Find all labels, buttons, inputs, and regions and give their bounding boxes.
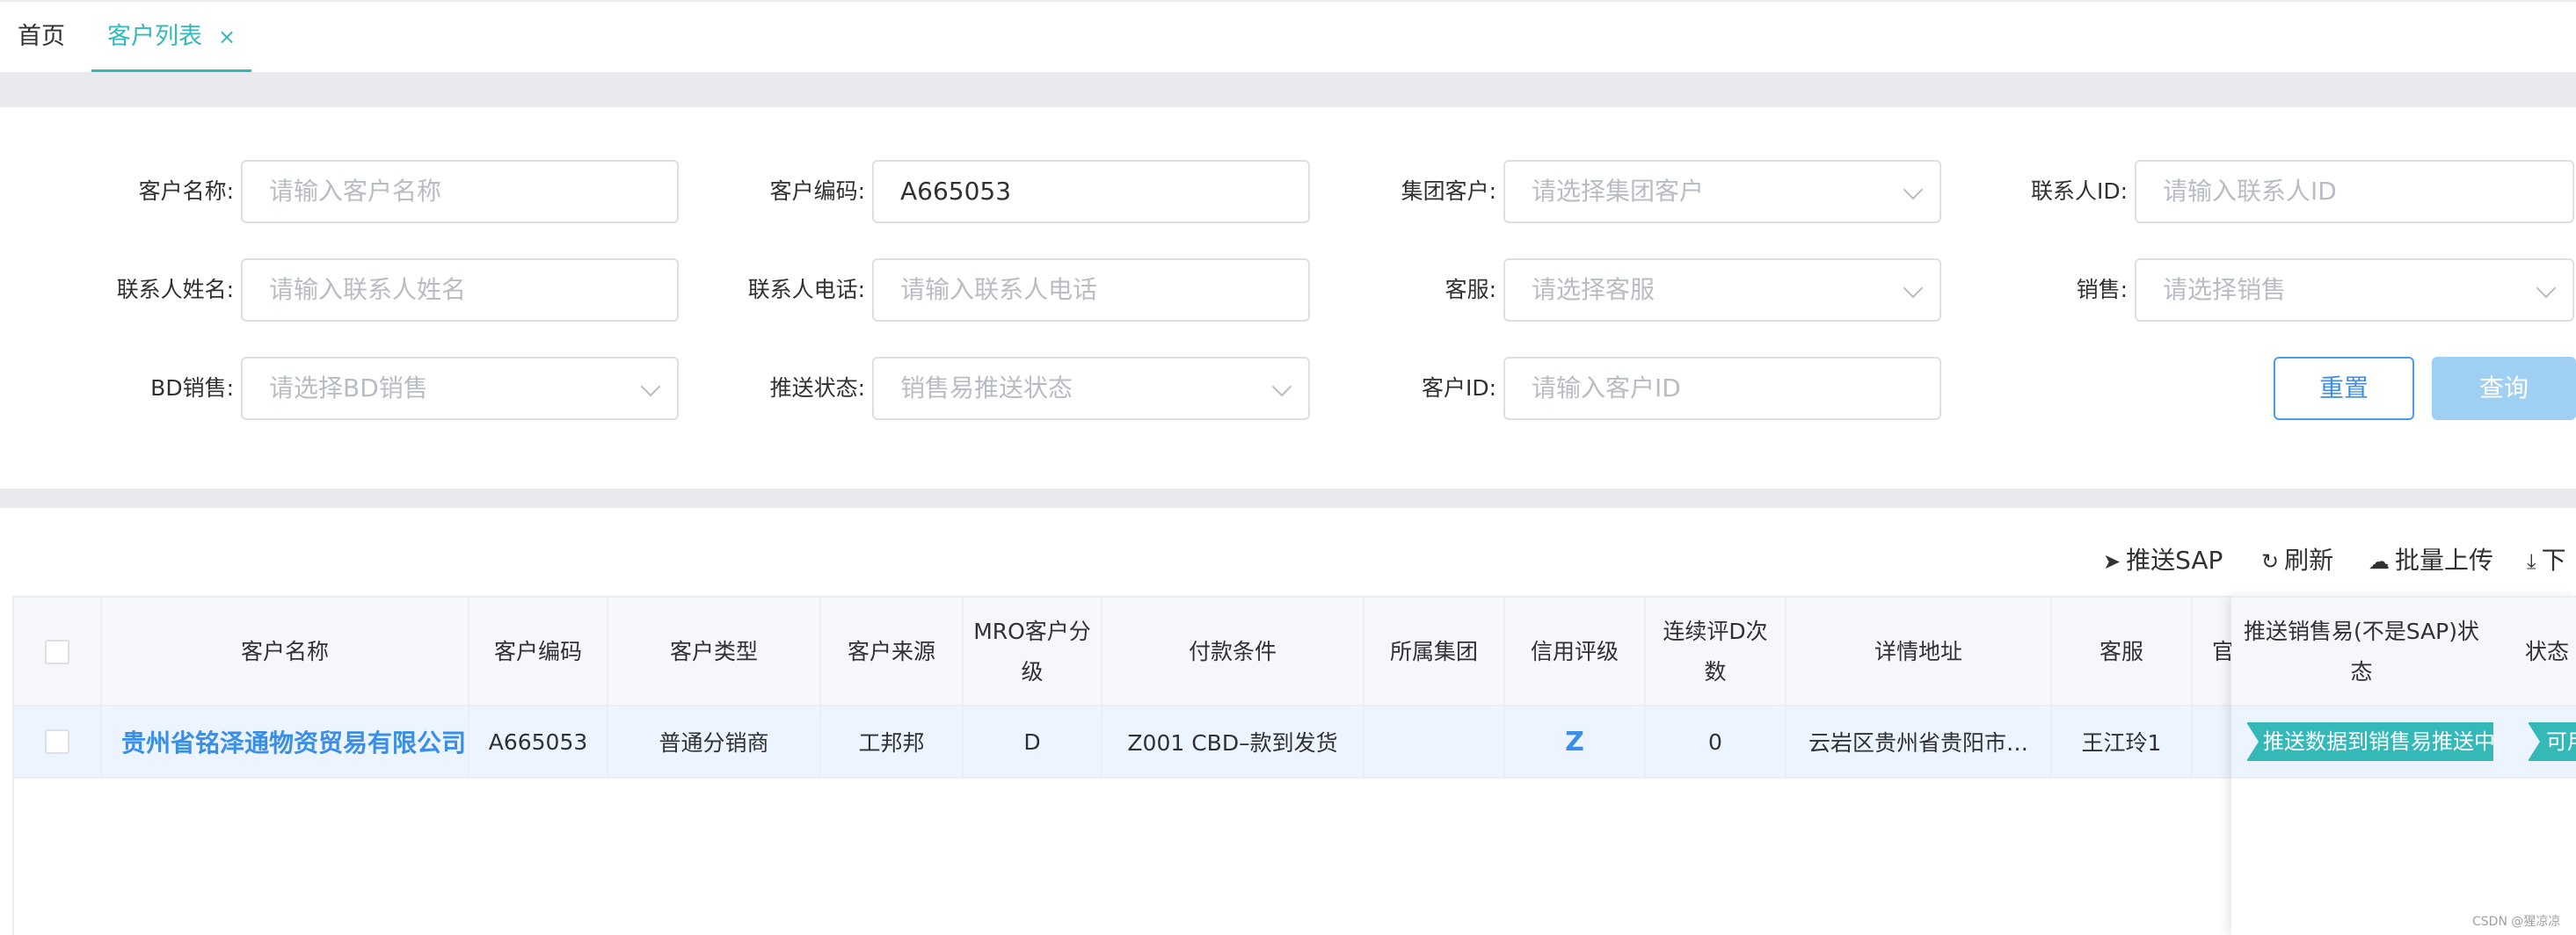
header-credit-rating: 信用评级: [1505, 598, 1646, 707]
header-group: 所属集团: [1364, 598, 1505, 707]
header-payment-terms: 付款条件: [1102, 598, 1364, 707]
customer-id-label: 客户ID:: [1421, 375, 1496, 401]
header-mro-level: MRO客户分级: [964, 598, 1102, 707]
watermark: CSDN @猩凉凉: [2472, 915, 2561, 929]
contact-name-label: 联系人姓名:: [116, 277, 234, 302]
sales-label: 销售:: [2076, 277, 2128, 302]
cell-customer-code: A665053: [469, 707, 608, 777]
refresh-label: 刷新: [2284, 546, 2334, 575]
header-service: 客服: [2052, 598, 2193, 707]
cell-customer-name[interactable]: 贵州省铭泽通物资贸易有限公司: [14, 707, 469, 777]
refresh-button[interactable]: ↻ 刷新: [2261, 543, 2333, 578]
header-customer-code: 客户编码: [469, 598, 608, 707]
group-customer-placeholder: 请选择集团客户: [1532, 177, 1705, 206]
sales-select[interactable]: 请选择销售: [2135, 258, 2574, 322]
download-button[interactable]: ⤓ 下: [2527, 543, 2566, 578]
cell-consecutive-d: 0: [1646, 707, 1786, 777]
cell-customer-type: 普通分销商: [608, 707, 821, 777]
customer-name-input[interactable]: 请输入客户名称: [241, 160, 679, 223]
reset-button[interactable]: 重置: [2274, 357, 2414, 420]
push-status-label: 推送状态:: [769, 375, 865, 401]
contact-id-label: 联系人ID:: [2030, 178, 2128, 204]
group-customer-select[interactable]: 请选择集团客户: [1503, 160, 1941, 223]
customer-code-label: 客户编码:: [769, 178, 865, 204]
header-address: 详情地址: [1786, 598, 2052, 707]
chevron-down-icon: [2536, 278, 2557, 299]
refresh-icon: ↻: [2261, 549, 2280, 574]
tab-home[interactable]: 首页: [18, 2, 65, 74]
batch-upload-label: 批量上传: [2395, 546, 2494, 575]
download-icon: ⤓: [2527, 549, 2536, 574]
cell-service: 王江玲1: [2052, 707, 2193, 777]
service-select[interactable]: 请选择客服: [1503, 258, 1941, 322]
cell-group: [1364, 707, 1505, 777]
customer-id-input[interactable]: 请输入客户ID: [1503, 357, 1941, 420]
contact-phone-label: 联系人电话:: [747, 277, 865, 302]
header-customer-type: 客户类型: [608, 598, 821, 707]
query-button[interactable]: 查询: [2432, 357, 2576, 420]
customer-name-label: 客户名称:: [138, 178, 234, 204]
table-row[interactable]: 贵州省铭泽通物资贸易有限公司 A665053 普通分销商 工邦邦 D Z001 …: [14, 707, 2576, 779]
group-customer-label: 集团客户:: [1401, 178, 1496, 204]
header-status: 状态: [2525, 639, 2570, 664]
push-sap-button[interactable]: ➤ 推送SAP: [2103, 543, 2223, 578]
cell-payment-terms: Z001 CBD–款到发货: [1102, 707, 1364, 777]
batch-upload-button[interactable]: ☁ 批量上传: [2369, 543, 2493, 578]
fixed-header: 推送销售易(不是SAP)状态 状态: [2231, 596, 2576, 707]
close-icon[interactable]: ×: [218, 2, 236, 72]
header-customer-name: 客户名称: [102, 598, 469, 707]
sales-placeholder: 请选择销售: [2163, 275, 2287, 304]
customer-code-input[interactable]: A665053: [872, 160, 1310, 223]
bd-sales-placeholder: 请选择BD销售: [269, 373, 428, 402]
cell-credit-rating[interactable]: Z: [1505, 707, 1646, 777]
header-consecutive-d: 连续评D次数: [1646, 598, 1786, 707]
push-sap-label: 推送SAP: [2126, 546, 2223, 575]
section-divider: [0, 489, 2576, 508]
cloud-upload-icon: ☁: [2369, 549, 2390, 574]
header-customer-source: 客户来源: [821, 598, 964, 707]
section-divider: [0, 72, 2576, 107]
cell-mro-level: D: [964, 707, 1102, 777]
send-icon: ➤: [2103, 549, 2121, 574]
service-placeholder: 请选择客服: [1532, 275, 1655, 304]
select-all-checkbox[interactable]: [45, 640, 69, 664]
tab-customer-list-label: 客户列表: [107, 23, 202, 50]
customer-table: 客户名称 客户编码 客户类型 客户来源 MRO客户分级 付款条件 所属集团 信用…: [12, 596, 2576, 935]
tab-customer-list[interactable]: 客户列表 ×: [91, 2, 251, 74]
contact-id-input[interactable]: 请输入联系人ID: [2135, 160, 2574, 223]
fixed-right-columns: 推送销售易(不是SAP)状态 状态 推送数据到销售易推送中 可用: [2231, 596, 2576, 935]
bd-sales-label: BD销售:: [150, 375, 234, 401]
table-header: 客户名称 客户编码 客户类型 客户来源 MRO客户分级 付款条件 所属集团 信用…: [14, 596, 2576, 707]
filter-form: 客户名称: 请输入客户名称 客户编码: A665053 集团客户: 请选择集团客…: [0, 107, 2576, 489]
cell-address: 云岩区贵州省贵阳市…: [1786, 707, 2052, 777]
push-status-select[interactable]: 销售易推送状态: [872, 357, 1310, 420]
contact-name-input[interactable]: 请输入联系人姓名: [241, 258, 679, 322]
tab-bar: 首页 客户列表 ×: [0, 0, 2576, 74]
push-status-tag: 推送数据到销售易推送中: [2247, 722, 2493, 761]
bd-sales-select[interactable]: 请选择BD销售: [241, 357, 679, 420]
header-select-all: [14, 598, 102, 707]
service-label: 客服:: [1444, 277, 1496, 302]
status-tag: 可用: [2529, 722, 2576, 761]
push-status-placeholder: 销售易推送状态: [900, 373, 1073, 402]
download-label: 下: [2541, 546, 2566, 575]
header-push-status: 推送销售易(不是SAP)状态: [2243, 619, 2480, 685]
cell-customer-source: 工邦邦: [821, 707, 964, 777]
contact-phone-input[interactable]: 请输入联系人电话: [872, 258, 1310, 322]
